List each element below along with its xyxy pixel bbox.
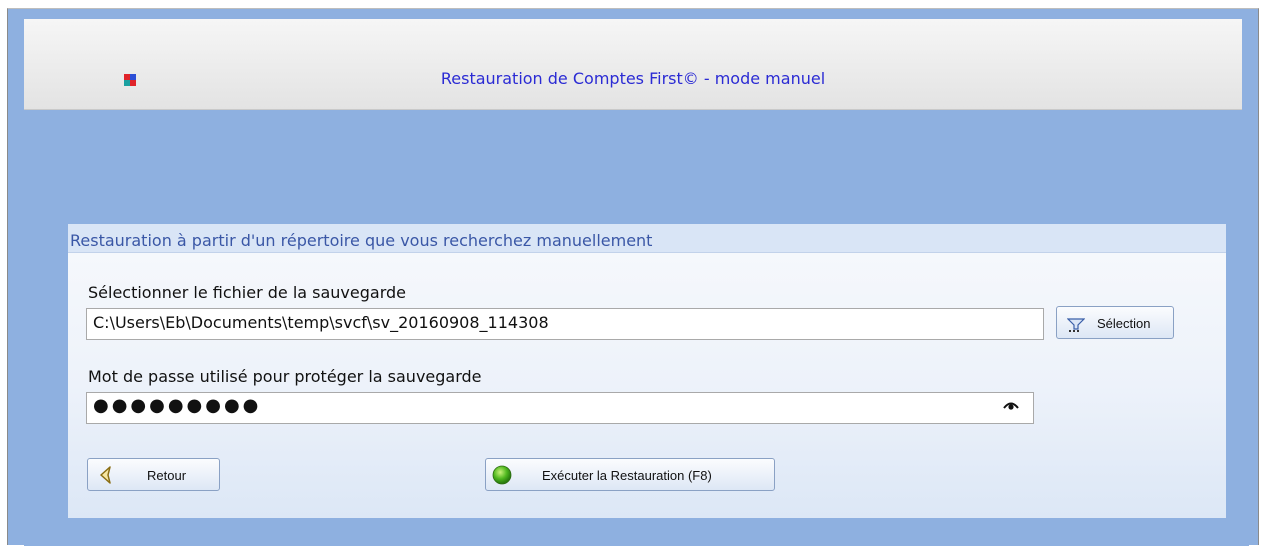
selection-button[interactable]: Sélection: [1056, 306, 1174, 339]
selection-button-label: Sélection: [1097, 316, 1151, 331]
panel-header: Restauration à partir d'un répertoire qu…: [68, 224, 1226, 253]
execute-restore-button[interactable]: Exécuter la Restauration (F8): [485, 458, 775, 491]
header-bar: Restauration de Comptes First© - mode ma…: [24, 19, 1242, 110]
show-password-eye-icon[interactable]: [1003, 401, 1019, 411]
password-field[interactable]: ●●●●●●●●●: [86, 392, 1034, 424]
back-button[interactable]: Retour: [87, 458, 220, 491]
file-label: Sélectionner le fichier de la sauvegarde: [88, 283, 406, 302]
filter-icon: [1067, 318, 1085, 332]
green-status-icon: [492, 465, 512, 485]
page-title: Restauration de Comptes First© - mode ma…: [440, 69, 826, 88]
execute-restore-button-label: Exécuter la Restauration (F8): [542, 468, 712, 483]
password-label: Mot de passe utilisé pour protéger la sa…: [88, 367, 482, 386]
file-path-field[interactable]: C:\Users\Eb\Documents\temp\svcf\sv_20160…: [86, 308, 1044, 340]
back-arrow-icon: [100, 466, 111, 484]
panel-title: Restauration à partir d'un répertoire qu…: [70, 231, 653, 250]
back-button-label: Retour: [147, 468, 187, 483]
